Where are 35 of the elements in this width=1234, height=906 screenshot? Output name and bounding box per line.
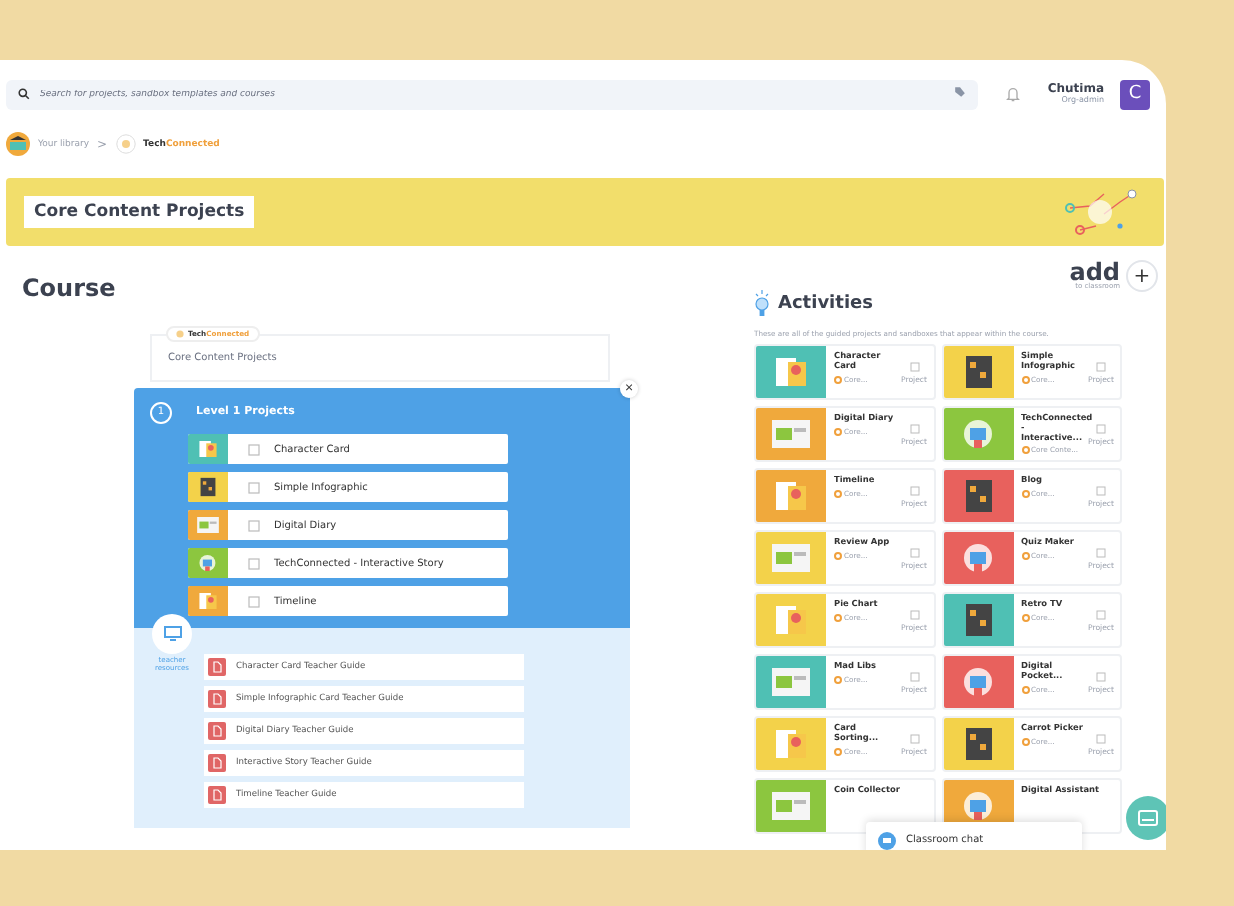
lightbulb-icon: [754, 290, 770, 318]
document-icon: [208, 690, 226, 708]
document-icon: [208, 786, 226, 804]
document-icon: [208, 754, 226, 772]
activities-title: Activities: [778, 294, 873, 314]
course-icon: [834, 375, 842, 384]
course-icon: [1021, 551, 1029, 560]
add-label: add: [1069, 260, 1120, 285]
brand-icon: [115, 134, 136, 154]
message-icon: [1138, 809, 1158, 827]
bell-icon[interactable]: [1005, 86, 1020, 102]
course-heading: Course: [22, 274, 118, 306]
course-icon: [1021, 446, 1029, 455]
library-icon: [6, 132, 30, 156]
document-icon: [208, 658, 226, 676]
resources-badge: [152, 614, 192, 654]
course-icon: [1021, 613, 1029, 622]
course-icon: [1021, 685, 1029, 694]
user-avatar[interactable]: C: [1120, 79, 1150, 109]
course-icon: [834, 675, 842, 684]
course-icon: [834, 489, 842, 498]
course-icon: [1021, 375, 1029, 384]
course-icon: [834, 551, 842, 560]
tag-icon: [953, 85, 966, 97]
chat-button[interactable]: [1126, 796, 1166, 840]
chat-icon: [878, 831, 896, 849]
course-icon: [834, 747, 842, 756]
banner-title: Core Content Projects: [24, 196, 255, 228]
course-icon: [1021, 737, 1029, 746]
search-icon: [18, 88, 30, 100]
course-icon: [834, 613, 842, 622]
course-icon: [1021, 489, 1029, 498]
add-button[interactable]: +: [1126, 260, 1158, 292]
course-icon: [834, 427, 842, 436]
document-icon: [208, 722, 226, 740]
